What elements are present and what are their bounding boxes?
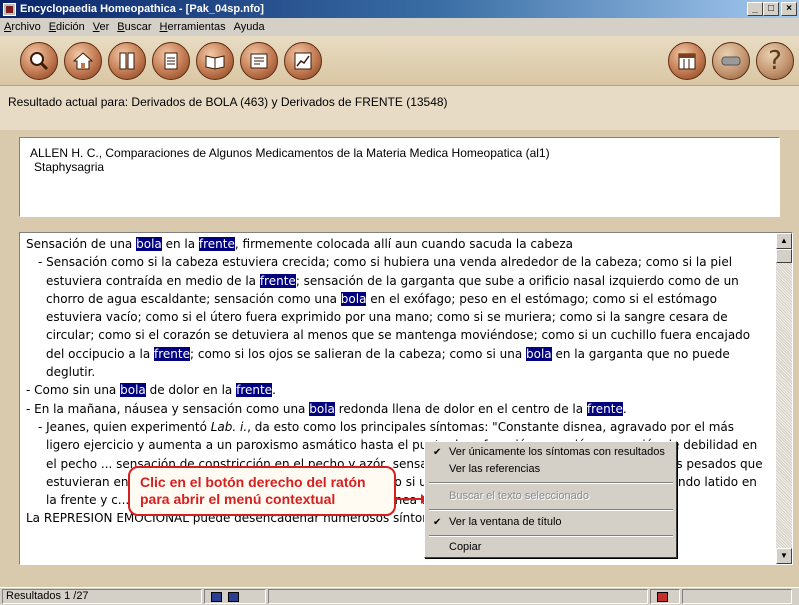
document-icon <box>164 52 178 70</box>
calendar-icon <box>678 53 696 70</box>
text-line: - Sensación como si la cabeza estuviera … <box>38 255 751 380</box>
menu-item-show-only-results[interactable]: ✔ Ver únicamente los síntomas con resulta… <box>427 444 675 461</box>
result-header: Resultado actual para: Derivados de BOLA… <box>0 86 799 130</box>
callout-arrow <box>394 494 428 504</box>
menu-item-references[interactable]: Ver las referencias <box>427 461 675 478</box>
indicator-icon <box>657 592 668 602</box>
check-icon: ✔ <box>433 517 442 528</box>
results-count: Resultados 1 /27 <box>2 589 202 604</box>
text-line: - Como sin una bola de dolor en la frent… <box>26 383 276 398</box>
title-bar: Encyclopaedia Homeopathica - [Pak_04sp.n… <box>0 0 799 18</box>
close-button[interactable]: × <box>781 2 797 16</box>
grid-icon <box>228 592 239 602</box>
menu-bar: Archivo Edición Ver Buscar Herramientas … <box>0 18 799 36</box>
menu-separator <box>429 509 673 511</box>
menu-item-copy[interactable]: Copiar <box>427 539 675 556</box>
instruction-callout: Clic en el botón derecho del ratón para … <box>128 466 396 516</box>
menu-archivo[interactable]: Archivo <box>4 21 41 33</box>
chart-icon <box>294 52 312 70</box>
calendar-button[interactable] <box>668 42 706 80</box>
home-button[interactable] <box>64 42 102 80</box>
menu-separator <box>429 535 673 537</box>
scroll-down-icon[interactable]: ▼ <box>776 548 792 564</box>
book-icon <box>119 52 135 70</box>
open-book-icon <box>205 55 225 70</box>
menu-item-title-window[interactable]: ✔ Ver la ventana de título <box>427 514 675 531</box>
window-title: Encyclopaedia Homeopathica - [Pak_04sp.n… <box>20 3 264 15</box>
search-icon <box>30 52 49 71</box>
list-button[interactable] <box>240 42 278 80</box>
open-book-button[interactable] <box>196 42 234 80</box>
menu-buscar[interactable]: Buscar <box>117 21 151 33</box>
status-bar: Resultados 1 /27 <box>0 587 799 605</box>
check-icon: ✔ <box>433 447 442 458</box>
status-panel <box>268 589 648 604</box>
menu-separator <box>429 482 673 484</box>
logo-button[interactable] <box>712 42 750 80</box>
menu-ayuda[interactable]: Ayuda <box>234 21 265 33</box>
text-line: Sensación de una bola en la frente, firm… <box>26 237 573 251</box>
status-icons <box>204 589 266 604</box>
source-box: ALLEN H. C., Comparaciones de Algunos Me… <box>19 137 780 217</box>
source-title: ALLEN H. C., Comparaciones de Algunos Me… <box>30 146 550 160</box>
toolbar: ? <box>0 36 799 86</box>
window-controls: _ □ × <box>747 2 797 16</box>
grey-logo-icon <box>721 56 741 66</box>
book-button[interactable] <box>108 42 146 80</box>
status-indicator <box>650 589 680 604</box>
maximize-button[interactable]: □ <box>763 2 779 16</box>
app-icon <box>3 2 16 16</box>
search-button[interactable] <box>20 42 58 80</box>
scroll-up-icon[interactable]: ▲ <box>776 233 792 249</box>
list-icon <box>250 53 268 69</box>
menu-edicion[interactable]: Edición <box>49 21 85 33</box>
text-line: - En la mañana, náusea y sensación como … <box>26 401 627 416</box>
minimize-button[interactable]: _ <box>747 2 763 16</box>
status-panel-right <box>682 589 792 604</box>
document-button[interactable] <box>152 42 190 80</box>
source-remedy: Staphysagria <box>34 160 105 174</box>
menu-herramientas[interactable]: Herramientas <box>160 21 226 33</box>
vertical-scrollbar[interactable]: ▲ ▼ <box>776 233 792 564</box>
help-button[interactable]: ? <box>756 42 794 80</box>
context-menu: ✔ Ver únicamente los síntomas con resulta… <box>424 441 677 558</box>
help-icon: ? <box>768 46 782 76</box>
grid-icon <box>211 592 222 602</box>
home-icon <box>72 52 94 70</box>
scroll-thumb[interactable] <box>776 249 792 263</box>
menu-item-search-selected: Buscar el texto seleccionado <box>449 490 590 502</box>
menu-ver[interactable]: Ver <box>93 21 110 33</box>
chart-button[interactable] <box>284 42 322 80</box>
